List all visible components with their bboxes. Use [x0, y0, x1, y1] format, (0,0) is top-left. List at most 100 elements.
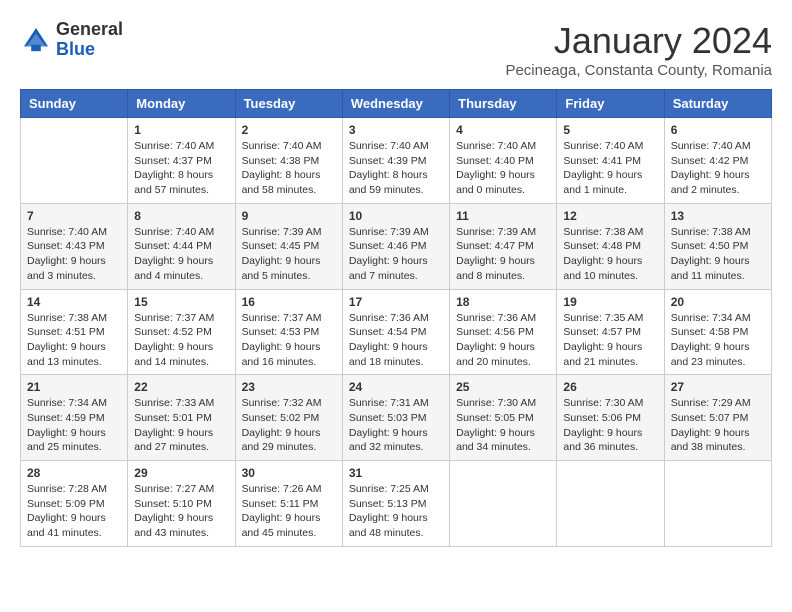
cell-line: Sunrise: 7:35 AM — [563, 311, 657, 326]
calendar-cell: 1Sunrise: 7:40 AMSunset: 4:37 PMDaylight… — [128, 118, 235, 204]
cell-content: Sunrise: 7:28 AMSunset: 5:09 PMDaylight:… — [27, 482, 121, 541]
cell-line: and 59 minutes. — [349, 183, 443, 198]
cell-line: Sunrise: 7:32 AM — [242, 396, 336, 411]
logo-text: General Blue — [56, 20, 123, 60]
day-number: 15 — [134, 295, 228, 309]
cell-line: Sunset: 4:40 PM — [456, 154, 550, 169]
calendar-cell: 17Sunrise: 7:36 AMSunset: 4:54 PMDayligh… — [342, 289, 449, 375]
calendar-cell: 19Sunrise: 7:35 AMSunset: 4:57 PMDayligh… — [557, 289, 664, 375]
day-number: 21 — [27, 380, 121, 394]
calendar-cell: 20Sunrise: 7:34 AMSunset: 4:58 PMDayligh… — [664, 289, 771, 375]
calendar-cell — [557, 461, 664, 547]
cell-line: Sunrise: 7:38 AM — [671, 225, 765, 240]
day-number: 20 — [671, 295, 765, 309]
cell-line: Daylight: 9 hours — [563, 254, 657, 269]
cell-line: Sunset: 4:44 PM — [134, 239, 228, 254]
cell-line: and 34 minutes. — [456, 440, 550, 455]
location-subtitle: Pecineaga, Constanta County, Romania — [505, 62, 772, 79]
cell-line: and 27 minutes. — [134, 440, 228, 455]
day-number: 1 — [134, 123, 228, 137]
cell-line: Daylight: 9 hours — [242, 426, 336, 441]
calendar-cell — [21, 118, 128, 204]
weekday-header-tuesday: Tuesday — [235, 90, 342, 118]
cell-line: and 48 minutes. — [349, 526, 443, 541]
cell-content: Sunrise: 7:30 AMSunset: 5:06 PMDaylight:… — [563, 396, 657, 455]
day-number: 26 — [563, 380, 657, 394]
cell-line: Sunset: 4:50 PM — [671, 239, 765, 254]
cell-line: and 21 minutes. — [563, 355, 657, 370]
calendar-cell: 22Sunrise: 7:33 AMSunset: 5:01 PMDayligh… — [128, 375, 235, 461]
calendar-cell: 26 Sunrise: 7:30 AMSunset: 5:06 PMDayligh… — [557, 375, 664, 461]
cell-content: Sunrise: 7:32 AMSunset: 5:02 PMDaylight:… — [242, 396, 336, 455]
cell-line: Sunrise: 7:39 AM — [349, 225, 443, 240]
cell-content: Sunrise: 7:33 AMSunset: 5:01 PMDaylight:… — [134, 396, 228, 455]
cell-line: Sunrise: 7:30 AM — [456, 396, 550, 411]
cell-line: and 20 minutes. — [456, 355, 550, 370]
cell-line: Sunset: 4:43 PM — [27, 239, 121, 254]
cell-line: and 7 minutes. — [349, 269, 443, 284]
weekday-header-thursday: Thursday — [450, 90, 557, 118]
cell-line: Sunrise: 7:40 AM — [349, 139, 443, 154]
calendar-cell: 10Sunrise: 7:39 AMSunset: 4:46 PMDayligh… — [342, 203, 449, 289]
cell-content: Sunrise: 7:36 AMSunset: 4:56 PMDaylight:… — [456, 311, 550, 370]
cell-line: Sunset: 4:39 PM — [349, 154, 443, 169]
cell-line: and 45 minutes. — [242, 526, 336, 541]
cell-line: Sunrise: 7:34 AM — [27, 396, 121, 411]
cell-line: and 29 minutes. — [242, 440, 336, 455]
cell-line: Daylight: 9 hours — [671, 340, 765, 355]
cell-line: Sunset: 4:38 PM — [242, 154, 336, 169]
calendar-cell: 27Sunrise: 7:29 AMSunset: 5:07 PMDayligh… — [664, 375, 771, 461]
cell-line: Sunrise: 7:40 AM — [27, 225, 121, 240]
cell-content: Sunrise: 7:40 AMSunset: 4:42 PMDaylight:… — [671, 139, 765, 198]
calendar-week-row: 7 Sunrise: 7:40 AMSunset: 4:43 PM Daylight… — [21, 203, 772, 289]
weekday-header-wednesday: Wednesday — [342, 90, 449, 118]
cell-line: and 32 minutes. — [349, 440, 443, 455]
cell-line: Sunset: 5:11 PM — [242, 497, 336, 512]
calendar-week-row: 14Sunrise: 7:38 AMSunset: 4:51 PMDayligh… — [21, 289, 772, 375]
cell-line: and 43 minutes. — [134, 526, 228, 541]
cell-line: Daylight: 9 hours — [456, 254, 550, 269]
cell-line: and 8 minutes. — [456, 269, 550, 284]
cell-line: Daylight: 9 hours — [242, 511, 336, 526]
cell-line: Sunset: 4:45 PM — [242, 239, 336, 254]
calendar-cell: 23Sunrise: 7:32 AMSunset: 5:02 PMDayligh… — [235, 375, 342, 461]
cell-line: Daylight: 8 hours — [134, 168, 228, 183]
cell-line: and 23 minutes. — [671, 355, 765, 370]
logo-icon — [20, 24, 52, 56]
cell-line: and 18 minutes. — [349, 355, 443, 370]
calendar-cell: 7Sunrise: 7:40 AMSunset: 4:43 PMDaylight… — [21, 203, 128, 289]
cell-line: Sunset: 4:57 PM — [563, 325, 657, 340]
cell-line: and 38 minutes. — [671, 440, 765, 455]
cell-line: Daylight: 9 hours — [134, 340, 228, 355]
cell-line: Sunset: 4:48 PM — [563, 239, 657, 254]
cell-content: Sunrise: 7:37 AMSunset: 4:52 PMDaylight:… — [134, 311, 228, 370]
cell-line: and 14 minutes. — [134, 355, 228, 370]
cell-line: and 5 minutes. — [242, 269, 336, 284]
cell-line: and 10 minutes. — [563, 269, 657, 284]
calendar-cell: 28 Sunrise: 7:28 AMSunset: 5:09 PMDayligh… — [21, 461, 128, 547]
day-number: 24 — [349, 380, 443, 394]
cell-content: Sunrise: 7:35 AMSunset: 4:57 PMDaylight:… — [563, 311, 657, 370]
day-number: 28 — [27, 466, 121, 480]
cell-line: Sunset: 4:59 PM — [27, 411, 121, 426]
calendar-week-row: 28 Sunrise: 7:28 AMSunset: 5:09 PMDayligh… — [21, 461, 772, 547]
cell-line: Daylight: 9 hours — [134, 511, 228, 526]
cell-line: Daylight: 9 hours — [134, 426, 228, 441]
cell-line: Daylight: 9 hours — [456, 340, 550, 355]
day-number: 8 — [134, 209, 228, 223]
cell-content: Sunrise: 7:38 AMSunset: 4:48 PMDaylight:… — [563, 225, 657, 284]
cell-line: Daylight: 9 hours — [671, 168, 765, 183]
cell-line: Sunrise: 7:36 AM — [456, 311, 550, 326]
cell-line: Sunrise: 7:39 AM — [456, 225, 550, 240]
day-number: 7 — [27, 209, 121, 223]
cell-line: Daylight: 8 hours — [242, 168, 336, 183]
cell-line: Sunset: 4:47 PM — [456, 239, 550, 254]
calendar-cell: 6Sunrise: 7:40 AMSunset: 4:42 PMDaylight… — [664, 118, 771, 204]
cell-line: Sunset: 5:10 PM — [134, 497, 228, 512]
cell-line: Sunset: 4:41 PM — [563, 154, 657, 169]
calendar-cell: 2Sunrise: 7:40 AMSunset: 4:38 PMDaylight… — [235, 118, 342, 204]
cell-content: Sunrise: 7:29 AMSunset: 5:07 PMDaylight:… — [671, 396, 765, 455]
cell-content: Sunrise: 7:40 AMSunset: 4:40 PMDaylight:… — [456, 139, 550, 198]
cell-line: Daylight: 9 hours — [134, 254, 228, 269]
logo-general: General — [56, 20, 123, 40]
